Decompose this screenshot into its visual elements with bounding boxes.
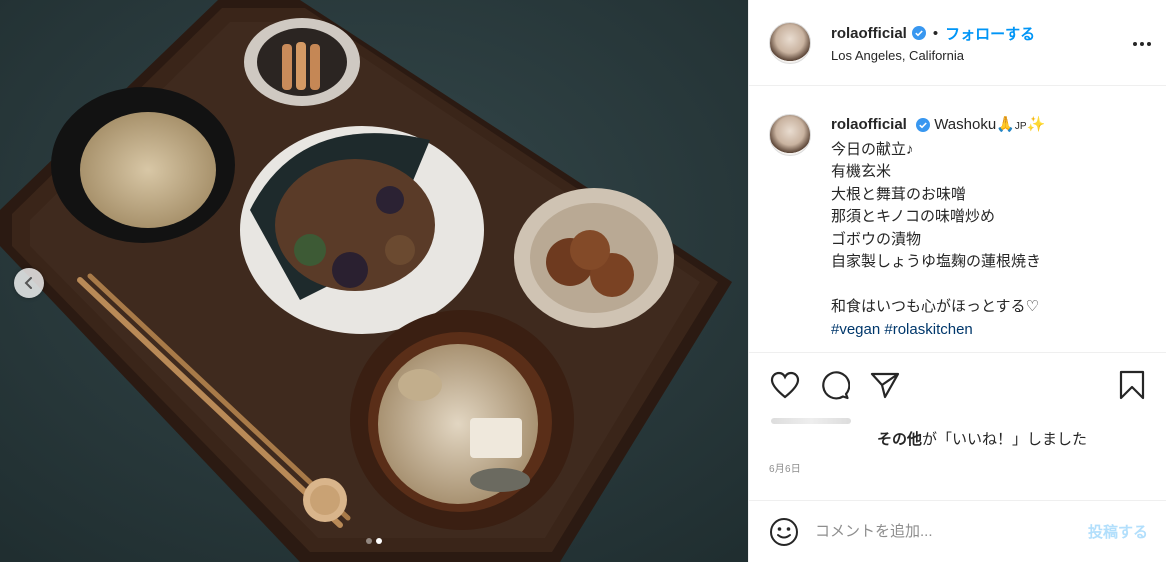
more-options-button[interactable] <box>1132 34 1152 52</box>
chevron-left-icon <box>24 277 32 289</box>
caption-avatar[interactable] <box>769 114 811 156</box>
caption-first-line: rolaofficial Washoku🙏JP✨ <box>831 114 1045 139</box>
carousel-dot-active <box>376 538 382 544</box>
username-link[interactable]: rolaofficial <box>831 25 907 42</box>
verified-badge-icon <box>911 26 926 40</box>
post-header: rolaofficial • フォローする Los Angeles, Calif… <box>749 0 1166 86</box>
caption: rolaofficial Washoku🙏JP✨ 今日の献立♪ 有機玄米 大根と… <box>749 86 1166 352</box>
carousel-dot <box>366 538 372 544</box>
likes-summary: その他が「いいね！」しました <box>749 416 1166 460</box>
hashtags-link[interactable]: #vegan #rolaskitchen <box>831 319 1045 342</box>
caption-line-blank <box>831 274 1045 297</box>
post-comment-button[interactable]: 投稿する <box>1088 521 1148 542</box>
save-button[interactable] <box>1116 369 1148 401</box>
header-line: rolaofficial • フォローする <box>831 23 1035 44</box>
more-horizontal-icon <box>1133 42 1151 46</box>
caption-body: rolaofficial Washoku🙏JP✨ 今日の献立♪ 有機玄米 大根と… <box>831 114 1045 352</box>
like-button[interactable] <box>769 369 801 401</box>
action-bar <box>749 352 1166 416</box>
likes-suffix: が「いいね！」しました <box>922 430 1088 448</box>
instagram-post: rolaofficial • フォローする Los Angeles, Calif… <box>0 0 1166 562</box>
paper-plane-icon <box>870 372 900 398</box>
caption-line: 和食はいつも心がほっとする♡ <box>831 298 1039 315</box>
share-button[interactable] <box>869 369 901 401</box>
caption-username-link[interactable]: rolaofficial <box>831 116 907 133</box>
emoji-button[interactable] <box>769 517 799 547</box>
likers-avatars[interactable] <box>771 418 851 424</box>
carousel-prev-button[interactable] <box>14 268 44 298</box>
comment-form: 投稿する <box>749 500 1166 562</box>
caption-line: 那須とキノコの味噌炒め <box>831 208 995 225</box>
food-photo <box>0 0 748 562</box>
caption-line: 自家製しょうゆ塩麹の蓮根焼き <box>831 253 1042 270</box>
post-sidebar: rolaofficial • フォローする Los Angeles, Calif… <box>748 0 1166 562</box>
avatar[interactable] <box>769 21 811 64</box>
caption-line: 今日の献立♪ <box>831 140 914 158</box>
comment-button[interactable] <box>819 369 851 401</box>
location-link[interactable]: Los Angeles, California <box>831 48 1035 63</box>
caption-title: Washoku🙏 <box>934 116 1015 133</box>
caption-line: 有機玄米 <box>831 163 892 180</box>
post-image[interactable] <box>0 0 748 562</box>
likes-text: その他が「いいね！」しました <box>877 428 1087 449</box>
carousel-indicator <box>0 538 748 544</box>
verified-badge-icon <box>916 118 931 133</box>
heart-icon <box>770 371 800 398</box>
caption-line: ゴボウの漬物 <box>831 230 922 248</box>
jp-flag: JP <box>1014 121 1027 132</box>
comment-icon <box>822 370 850 399</box>
sparkles-emoji: ✨ <box>1026 116 1046 133</box>
caption-line: 大根と舞茸のお味噌 <box>831 185 967 203</box>
post-date[interactable]: 6月6日 <box>749 460 1166 500</box>
smiley-icon <box>770 517 798 546</box>
header-text: rolaofficial • フォローする Los Angeles, Calif… <box>831 23 1035 63</box>
bookmark-icon <box>1119 370 1145 399</box>
separator: • <box>932 24 939 42</box>
others-link[interactable]: その他 <box>877 431 922 448</box>
comment-input[interactable] <box>815 523 1088 540</box>
follow-button[interactable]: フォローする <box>945 23 1035 44</box>
